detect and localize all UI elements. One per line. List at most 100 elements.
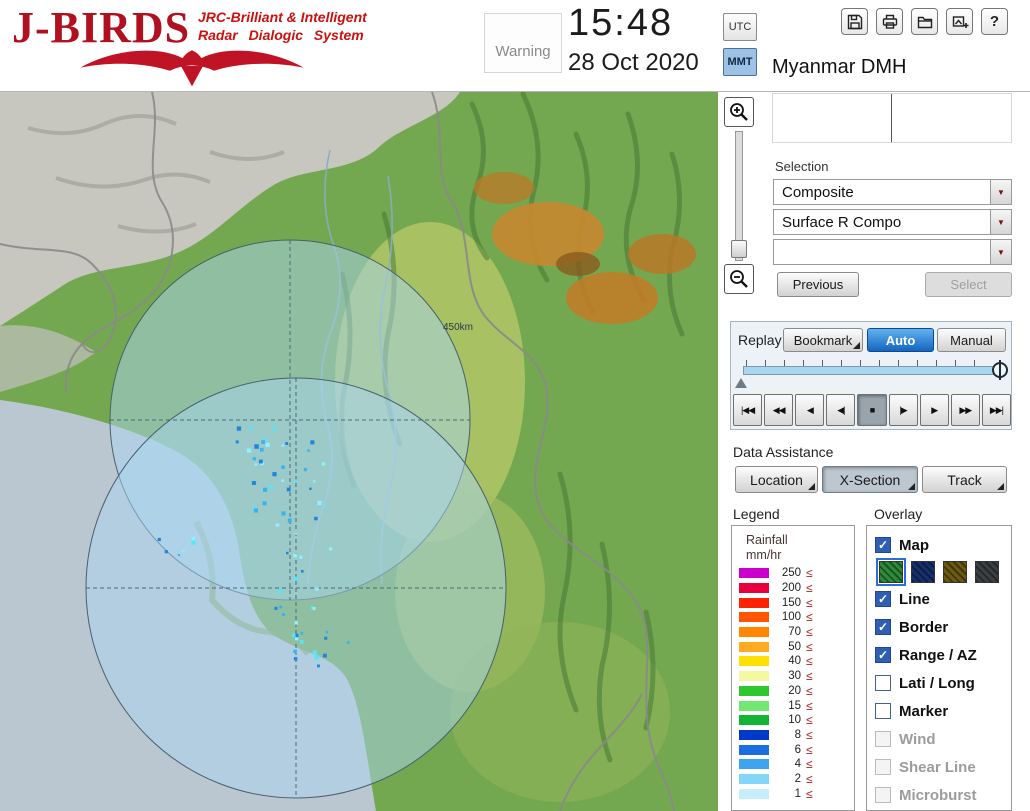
legend-value: 150: [781, 596, 801, 609]
warning-indicator[interactable]: Warning: [484, 13, 562, 73]
legend-value: 8: [794, 728, 801, 741]
legend-swatch: [739, 685, 769, 696]
legend-value: 2: [794, 772, 801, 785]
overlay-item-range-az[interactable]: ✓ Range / AZ: [875, 641, 1009, 669]
playback-play-back-button[interactable]: ◀: [795, 394, 825, 426]
location-button[interactable]: Location: [735, 466, 818, 493]
playback-stop-button[interactable]: ■: [857, 394, 887, 426]
checkbox: [875, 731, 891, 747]
overlay-panel: ✓ Map ✓ Line ✓ Border ✓ Range / AZ Lati / Long Ma…: [866, 525, 1012, 811]
overlay-item-line[interactable]: ✓ Line: [875, 585, 1009, 613]
map-style-swatch[interactable]: [911, 561, 935, 583]
legend-row: 40 ≤: [739, 654, 850, 669]
help-icon: ?: [989, 13, 1000, 30]
clock-date: 28 Oct 2020: [568, 49, 699, 76]
chevron-down-icon[interactable]: ▼: [990, 210, 1011, 234]
playback-play-button[interactable]: ▶: [919, 394, 949, 426]
overlay-item-label: Microburst: [899, 786, 977, 804]
composite-dropdown[interactable]: Composite ▼: [773, 179, 1012, 205]
utc-button[interactable]: UTC: [723, 13, 757, 41]
legend-title-1: Rainfall: [746, 533, 788, 547]
legend-lte-symbol: ≤: [806, 713, 813, 728]
legend-row: 4 ≤: [739, 757, 850, 772]
legend-value: 100: [781, 611, 801, 624]
legend-lte-symbol: ≤: [806, 669, 813, 684]
overlay-item-border[interactable]: ✓ Border: [875, 613, 1009, 641]
open-button[interactable]: [911, 8, 938, 35]
help-button[interactable]: ?: [981, 8, 1008, 35]
message-box: [772, 93, 1012, 143]
legend-panel: Rainfall mm/hr 250 ≤200 ≤150 ≤100 ≤70 ≤50 ≤40 ≤…: [731, 525, 855, 811]
map-style-swatch[interactable]: [975, 561, 999, 583]
overlay-item-label: Line: [899, 590, 930, 608]
select-button[interactable]: Select: [925, 272, 1012, 297]
legend-swatch: [739, 671, 769, 682]
product-dropdown[interactable]: Surface R Compo ▼: [773, 209, 1012, 235]
legend-row: 6 ≤: [739, 742, 850, 757]
product-dropdown-value: Surface R Compo: [782, 213, 902, 231]
extra-dropdown-value: [774, 240, 990, 264]
overlay-item-map[interactable]: ✓ Map: [875, 531, 1009, 559]
track-button[interactable]: Track: [922, 466, 1007, 493]
capture-button[interactable]: [946, 8, 973, 35]
overlay-item-marker[interactable]: Marker: [875, 697, 1009, 725]
playback-last-button[interactable]: ▶▶|: [981, 394, 1011, 426]
open-folder-icon: [917, 16, 932, 28]
map-canvas: 450km: [0, 92, 718, 811]
bookmark-button[interactable]: Bookmark: [783, 328, 863, 352]
replay-panel: Replay Bookmark Auto Manual |◀◀ ◀◀ ◀ ◀| ■ |▶ ▶…: [730, 321, 1012, 430]
checkbox[interactable]: [875, 703, 891, 719]
map-style-swatch[interactable]: [876, 558, 906, 586]
legend-swatch: [739, 700, 769, 711]
print-button[interactable]: [876, 8, 903, 35]
extra-dropdown[interactable]: ▼: [773, 239, 1012, 265]
legend-rows: 250 ≤200 ≤150 ≤100 ≤70 ≤50 ≤40 ≤30 ≤20 ≤15 ≤10 ≤8 ≤6…: [739, 566, 850, 801]
legend-title-2: mm/hr: [746, 548, 782, 562]
overlay-item-label: Range / AZ: [899, 646, 977, 664]
legend-value: 250: [781, 567, 801, 580]
data-assistance-label: Data Assistance: [733, 444, 834, 460]
zoom-out-button[interactable]: [724, 264, 754, 294]
overlay-item-wind: Wind: [875, 725, 1009, 753]
save-button[interactable]: [841, 8, 868, 35]
map-style-swatch[interactable]: [943, 561, 967, 583]
radar-map[interactable]: 450km: [0, 92, 718, 811]
auto-button[interactable]: Auto: [867, 328, 934, 352]
playback-fast-forward-button[interactable]: ▶▶: [950, 394, 980, 426]
checkbox[interactable]: ✓: [875, 619, 891, 635]
playback-step-back-button[interactable]: ◀|: [826, 394, 856, 426]
legend-swatch: [739, 744, 769, 755]
zoom-in-button[interactable]: [724, 97, 754, 127]
playback-first-button[interactable]: |◀◀: [733, 394, 763, 426]
legend-value: 70: [788, 626, 801, 639]
legend-lte-symbol: ≤: [806, 566, 813, 581]
playback-step-forward-button[interactable]: |▶: [888, 394, 918, 426]
manual-button[interactable]: Manual: [937, 328, 1006, 352]
legend-value: 6: [794, 743, 801, 756]
clock-time: 15:48: [568, 2, 674, 44]
legend-value: 10: [788, 714, 801, 727]
zoom-in-icon: [730, 103, 748, 121]
app-window: J-BIRDS JRC-Brilliant & Intelligent Rada…: [0, 0, 1030, 811]
checkbox[interactable]: ✓: [875, 537, 891, 553]
legend-swatch: [739, 641, 769, 652]
legend-row: 30 ≤: [739, 669, 850, 684]
checkbox[interactable]: ✓: [875, 647, 891, 663]
legend-lte-symbol: ≤: [806, 727, 813, 742]
mmt-button[interactable]: MMT: [723, 48, 757, 76]
checkbox[interactable]: ✓: [875, 591, 891, 607]
checkbox[interactable]: [875, 675, 891, 691]
chevron-down-icon[interactable]: ▼: [990, 240, 1011, 264]
zoom-slider-handle[interactable]: [731, 240, 747, 258]
timeline-slider[interactable]: [743, 360, 1008, 378]
previous-button[interactable]: Previous: [777, 272, 859, 297]
legend-swatch: [739, 788, 769, 799]
overlay-item-lati-long[interactable]: Lati / Long: [875, 669, 1009, 697]
logo-subtitle-2: Radar Dialogic System: [198, 27, 364, 43]
overlay-items: ✓ Map ✓ Line ✓ Border ✓ Range / AZ Lati / Long Ma…: [875, 531, 1009, 810]
chevron-down-icon[interactable]: ▼: [990, 180, 1011, 204]
legend-value: 20: [788, 684, 801, 697]
playback-rewind-button[interactable]: ◀◀: [764, 394, 794, 426]
x-section-button[interactable]: X-Section: [822, 466, 918, 493]
timeline-handle[interactable]: [992, 362, 1008, 378]
